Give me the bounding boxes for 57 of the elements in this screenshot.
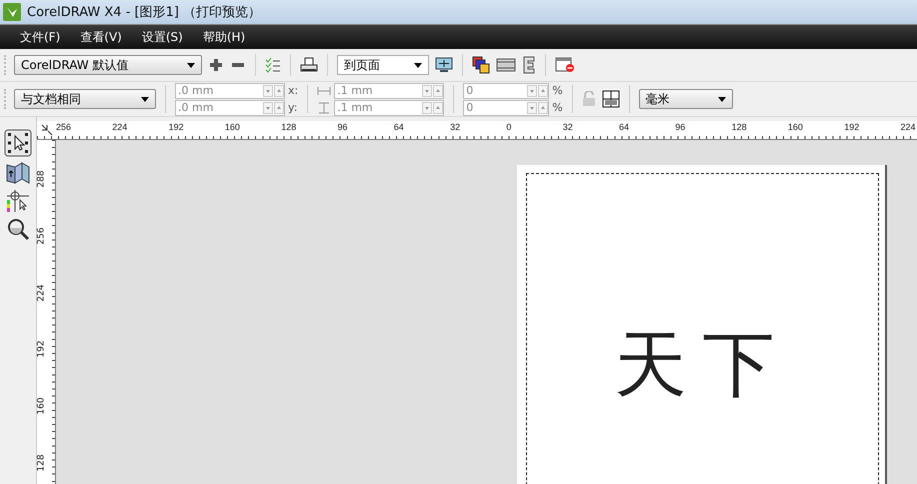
ruler-label: 96	[675, 122, 686, 132]
ruler-label: 32	[450, 122, 460, 132]
ruler-label: 128	[281, 122, 296, 132]
ruler-label: 224	[112, 122, 128, 132]
zoom-icon[interactable]	[6, 217, 30, 241]
ruler-label: 128	[732, 122, 747, 132]
zoom-dropdown[interactable]: 到页面	[337, 55, 429, 75]
grid-frames-icon[interactable]	[602, 90, 620, 108]
vertical-gap-icon	[317, 102, 332, 114]
pages-icon[interactable]	[5, 161, 31, 185]
menu-item[interactable]: 查看(V)	[72, 26, 130, 48]
ruler-label: 224	[900, 122, 916, 132]
ruler-label: 256	[36, 227, 47, 244]
ruler-label: 224	[36, 284, 47, 302]
ruler-label: 96	[338, 122, 348, 132]
window-title: CorelDRAW X4 - [图形1] （打印预览）	[27, 4, 262, 21]
menu-item[interactable]: 帮助(H)	[194, 26, 254, 48]
ruler-label: 160	[36, 398, 47, 415]
units-dropdown[interactable]: 毫米	[638, 89, 733, 109]
ruler-label: 192	[168, 122, 184, 132]
ruler-label: 288	[36, 170, 47, 188]
unit-label: %	[552, 101, 563, 114]
close-preview-icon[interactable]	[555, 56, 575, 74]
ruler-label: 64	[394, 122, 404, 132]
ruler-origin-icon[interactable]	[41, 124, 53, 136]
preset-dropdown[interactable]: CorelDRAW 默认值	[14, 55, 202, 75]
caret-icon	[187, 62, 195, 68]
layout-dropdown[interactable]: 与文档相同	[14, 89, 156, 109]
ruler-label: 160	[788, 122, 803, 132]
ruler-label: 0	[506, 122, 512, 132]
letter-e-icon[interactable]	[522, 56, 536, 74]
caret-icon	[718, 96, 726, 102]
film-strip-icon[interactable]	[496, 57, 516, 73]
ruler-label: 192	[844, 122, 860, 132]
checklist-icon[interactable]	[265, 57, 281, 73]
color-layers-icon[interactable]	[472, 56, 490, 74]
ruler-label: 128	[36, 454, 47, 472]
caret-icon	[414, 62, 422, 68]
plus-icon[interactable]	[208, 57, 224, 73]
ruler-label: 192	[36, 340, 47, 358]
app-icon	[3, 3, 21, 21]
pick-tool-icon[interactable]	[4, 129, 32, 157]
crosshair-pointer-icon[interactable]	[5, 189, 31, 213]
caret-icon	[141, 96, 149, 102]
menu-item[interactable]: 设置(S)	[134, 26, 191, 48]
ruler-label: 160	[224, 122, 240, 132]
ruler-label: 32	[562, 122, 573, 132]
axis-label: y:	[288, 101, 298, 114]
fit-page-icon[interactable]	[435, 57, 453, 73]
ruler-label: 256	[56, 122, 72, 132]
ruler-label: 64	[619, 122, 630, 132]
horizontal-gap-icon	[317, 84, 332, 96]
axis-label: x:	[288, 84, 298, 97]
page-text: 天下	[614, 324, 790, 404]
menu-item[interactable]: 文件(F)	[12, 26, 68, 48]
unit-label: %	[552, 84, 563, 97]
printer-icon[interactable]	[300, 57, 318, 73]
